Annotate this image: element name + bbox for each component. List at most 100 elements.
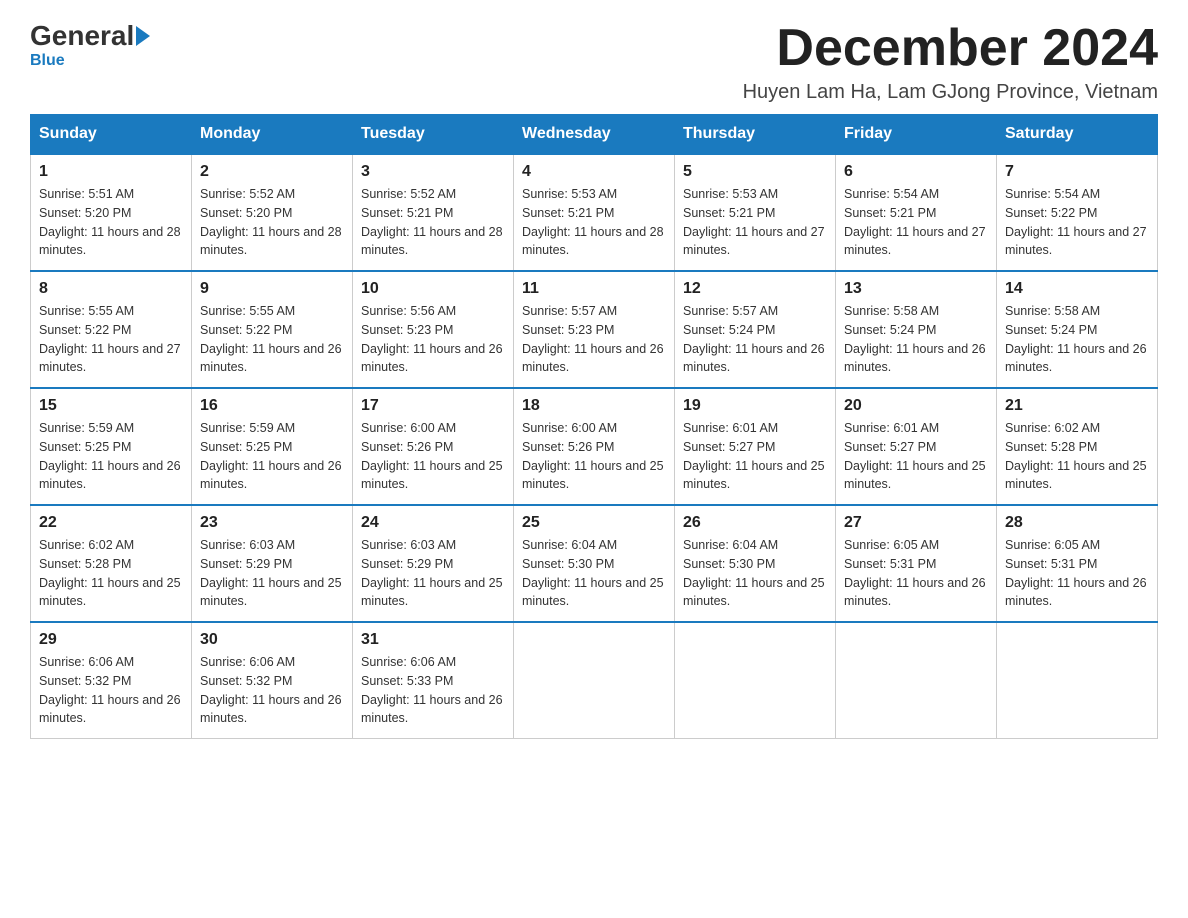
- table-row: 20Sunrise: 6:01 AMSunset: 5:27 PMDayligh…: [836, 388, 997, 505]
- calendar-week-row: 8 Sunrise: 5:55 AMSunset: 5:22 PMDaylight…: [31, 271, 1158, 388]
- table-row: 5 Sunrise: 5:53 AMSunset: 5:21 PMDaylight…: [675, 154, 836, 271]
- table-row: 7 Sunrise: 5:54 AMSunset: 5:22 PMDaylight…: [997, 154, 1158, 271]
- page-header: General Blue December 2024 Huyen Lam Ha,…: [30, 20, 1158, 104]
- day-info: Sunrise: 5:51 AMSunset: 5:20 PMDaylight:…: [39, 185, 183, 260]
- table-row: 27 Sunrise: 6:05 AMSunset: 5:31 PMDayligh…: [836, 505, 997, 622]
- table-row: 30Sunrise: 6:06 AMSunset: 5:32 PMDayligh…: [192, 622, 353, 739]
- day-info: Sunrise: 6:04 AMSunset: 5:30 PMDaylight:…: [683, 536, 827, 611]
- day-number: 11: [522, 280, 666, 298]
- table-row: 16 Sunrise: 5:59 AMSunset: 5:25 PMDayligh…: [192, 388, 353, 505]
- day-info: Sunrise: 5:56 AMSunset: 5:23 PMDaylight:…: [361, 302, 505, 377]
- day-info: Sunrise: 6:02 AMSunset: 5:28 PMDaylight:…: [39, 536, 183, 611]
- col-tuesday: Tuesday: [353, 115, 514, 155]
- day-info: Sunrise: 5:52 AMSunset: 5:20 PMDaylight:…: [200, 185, 344, 260]
- day-number: 10: [361, 280, 505, 298]
- location-subtitle: Huyen Lam Ha, Lam GJong Province, Vietna…: [743, 81, 1158, 104]
- day-info: Sunrise: 5:55 AMSunset: 5:22 PMDaylight:…: [200, 302, 344, 377]
- table-row: 21Sunrise: 6:02 AMSunset: 5:28 PMDayligh…: [997, 388, 1158, 505]
- table-row: 28 Sunrise: 6:05 AMSunset: 5:31 PMDayligh…: [997, 505, 1158, 622]
- day-number: 24: [361, 514, 505, 532]
- logo-blue-text: Blue: [30, 52, 65, 69]
- table-row: 15Sunrise: 5:59 AMSunset: 5:25 PMDayligh…: [31, 388, 192, 505]
- col-friday: Friday: [836, 115, 997, 155]
- table-row: 13Sunrise: 5:58 AMSunset: 5:24 PMDayligh…: [836, 271, 997, 388]
- day-number: 17: [361, 397, 505, 415]
- table-row: 3 Sunrise: 5:52 AMSunset: 5:21 PMDaylight…: [353, 154, 514, 271]
- day-number: 4: [522, 163, 666, 181]
- month-title: December 2024: [743, 20, 1158, 77]
- logo-general-text: General: [30, 20, 134, 52]
- day-info: Sunrise: 6:05 AMSunset: 5:31 PMDaylight:…: [1005, 536, 1149, 611]
- day-info: Sunrise: 6:05 AMSunset: 5:31 PMDaylight:…: [844, 536, 988, 611]
- table-row: 23 Sunrise: 6:03 AMSunset: 5:29 PMDayligh…: [192, 505, 353, 622]
- day-number: 28: [1005, 514, 1149, 532]
- table-row: 4 Sunrise: 5:53 AMSunset: 5:21 PMDaylight…: [514, 154, 675, 271]
- day-number: 26: [683, 514, 827, 532]
- day-info: Sunrise: 6:00 AMSunset: 5:26 PMDaylight:…: [361, 419, 505, 494]
- day-number: 23: [200, 514, 344, 532]
- table-row: 26 Sunrise: 6:04 AMSunset: 5:30 PMDayligh…: [675, 505, 836, 622]
- table-row: 12 Sunrise: 5:57 AMSunset: 5:24 PMDayligh…: [675, 271, 836, 388]
- col-monday: Monday: [192, 115, 353, 155]
- table-row: 6 Sunrise: 5:54 AMSunset: 5:21 PMDaylight…: [836, 154, 997, 271]
- calendar-week-row: 29 Sunrise: 6:06 AMSunset: 5:32 PMDayligh…: [31, 622, 1158, 739]
- table-row: [997, 622, 1158, 739]
- day-number: 27: [844, 514, 988, 532]
- table-row: 9 Sunrise: 5:55 AMSunset: 5:22 PMDaylight…: [192, 271, 353, 388]
- day-number: 12: [683, 280, 827, 298]
- day-number: 30: [200, 631, 344, 649]
- day-number: 2: [200, 163, 344, 181]
- table-row: 31 Sunrise: 6:06 AMSunset: 5:33 PMDayligh…: [353, 622, 514, 739]
- day-info: Sunrise: 6:06 AMSunset: 5:32 PMDaylight:…: [39, 653, 183, 728]
- day-number: 21: [1005, 397, 1149, 415]
- day-number: 18: [522, 397, 666, 415]
- table-row: 10 Sunrise: 5:56 AMSunset: 5:23 PMDayligh…: [353, 271, 514, 388]
- calendar-table: Sunday Monday Tuesday Wednesday Thursday…: [30, 114, 1158, 739]
- day-number: 8: [39, 280, 183, 298]
- table-row: 19 Sunrise: 6:01 AMSunset: 5:27 PMDayligh…: [675, 388, 836, 505]
- table-row: 22 Sunrise: 6:02 AMSunset: 5:28 PMDayligh…: [31, 505, 192, 622]
- table-row: 18Sunrise: 6:00 AMSunset: 5:26 PMDayligh…: [514, 388, 675, 505]
- table-row: 2 Sunrise: 5:52 AMSunset: 5:20 PMDaylight…: [192, 154, 353, 271]
- day-number: 9: [200, 280, 344, 298]
- table-row: 8 Sunrise: 5:55 AMSunset: 5:22 PMDaylight…: [31, 271, 192, 388]
- day-info: Sunrise: 5:54 AMSunset: 5:21 PMDaylight:…: [844, 185, 988, 260]
- day-number: 6: [844, 163, 988, 181]
- day-info: Sunrise: 5:55 AMSunset: 5:22 PMDaylight:…: [39, 302, 183, 377]
- day-number: 16: [200, 397, 344, 415]
- day-number: 1: [39, 163, 183, 181]
- logo-arrow-icon: [136, 26, 150, 46]
- calendar-header-row: Sunday Monday Tuesday Wednesday Thursday…: [31, 115, 1158, 155]
- calendar-week-row: 22 Sunrise: 6:02 AMSunset: 5:28 PMDayligh…: [31, 505, 1158, 622]
- table-row: 29 Sunrise: 6:06 AMSunset: 5:32 PMDayligh…: [31, 622, 192, 739]
- day-number: 19: [683, 397, 827, 415]
- table-row: 1 Sunrise: 5:51 AMSunset: 5:20 PMDaylight…: [31, 154, 192, 271]
- day-info: Sunrise: 5:53 AMSunset: 5:21 PMDaylight:…: [683, 185, 827, 260]
- day-info: Sunrise: 6:01 AMSunset: 5:27 PMDaylight:…: [683, 419, 827, 494]
- day-info: Sunrise: 5:59 AMSunset: 5:25 PMDaylight:…: [200, 419, 344, 494]
- day-number: 3: [361, 163, 505, 181]
- day-number: 7: [1005, 163, 1149, 181]
- day-info: Sunrise: 6:03 AMSunset: 5:29 PMDaylight:…: [200, 536, 344, 611]
- day-info: Sunrise: 5:57 AMSunset: 5:24 PMDaylight:…: [683, 302, 827, 377]
- day-info: Sunrise: 5:52 AMSunset: 5:21 PMDaylight:…: [361, 185, 505, 260]
- col-wednesday: Wednesday: [514, 115, 675, 155]
- day-number: 31: [361, 631, 505, 649]
- table-row: [836, 622, 997, 739]
- day-number: 29: [39, 631, 183, 649]
- day-number: 25: [522, 514, 666, 532]
- day-info: Sunrise: 5:57 AMSunset: 5:23 PMDaylight:…: [522, 302, 666, 377]
- table-row: [675, 622, 836, 739]
- table-row: 17 Sunrise: 6:00 AMSunset: 5:26 PMDayligh…: [353, 388, 514, 505]
- day-info: Sunrise: 6:06 AMSunset: 5:33 PMDaylight:…: [361, 653, 505, 728]
- table-row: [514, 622, 675, 739]
- day-number: 5: [683, 163, 827, 181]
- day-info: Sunrise: 5:53 AMSunset: 5:21 PMDaylight:…: [522, 185, 666, 260]
- day-info: Sunrise: 5:58 AMSunset: 5:24 PMDaylight:…: [844, 302, 988, 377]
- col-thursday: Thursday: [675, 115, 836, 155]
- day-number: 22: [39, 514, 183, 532]
- title-section: December 2024 Huyen Lam Ha, Lam GJong Pr…: [743, 20, 1158, 104]
- table-row: 25Sunrise: 6:04 AMSunset: 5:30 PMDayligh…: [514, 505, 675, 622]
- day-info: Sunrise: 5:54 AMSunset: 5:22 PMDaylight:…: [1005, 185, 1149, 260]
- table-row: 11 Sunrise: 5:57 AMSunset: 5:23 PMDayligh…: [514, 271, 675, 388]
